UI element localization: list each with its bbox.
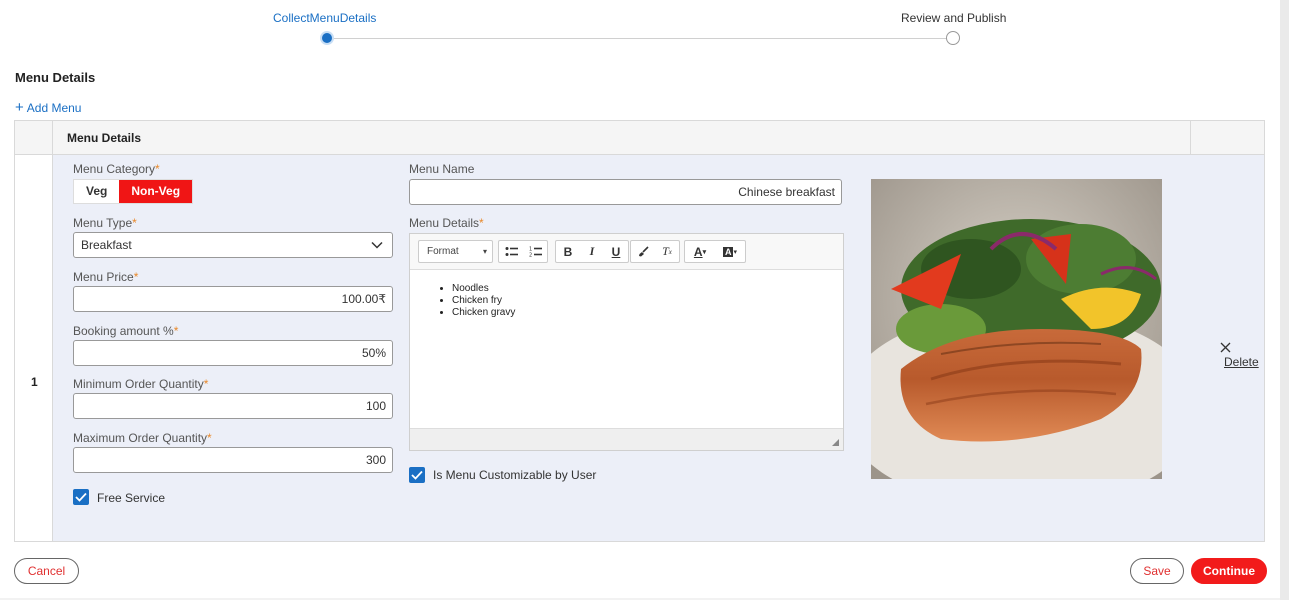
delete-row-button[interactable]: Delete — [1220, 341, 1264, 369]
menu-grid: Menu Details 1 Menu Category* Veg Non-Ve… — [14, 120, 1265, 542]
menu-name-label: Menu Name — [409, 162, 475, 176]
list-item: Noodles — [452, 283, 843, 295]
customizable-checkbox[interactable] — [409, 467, 425, 483]
text-style-button-group: B I U — [555, 240, 629, 263]
menu-details-label: Menu Details* — [409, 216, 484, 230]
list-item: Chicken gravy — [452, 307, 843, 319]
step-dot-active — [320, 31, 334, 45]
text-color-icon[interactable]: A ▾ — [685, 241, 715, 262]
bold-icon[interactable]: B — [556, 241, 580, 262]
page: CollectMenuDetails Review and Publish Me… — [0, 0, 1280, 598]
menu-type-select[interactable]: Breakfast — [73, 232, 393, 258]
format-dropdown-label: Format — [427, 246, 459, 257]
format-dropdown[interactable]: Format ▾ — [418, 240, 493, 263]
menu-items-list: Noodles Chicken fry Chicken gravy — [452, 283, 843, 319]
customizable-label: Is Menu Customizable by User — [433, 468, 597, 482]
grid-header: Menu Details — [15, 121, 1264, 155]
underline-icon[interactable]: U — [604, 241, 628, 262]
check-icon — [75, 492, 87, 502]
section-title: Menu Details — [15, 70, 96, 85]
menu-details-editor: Format ▾ 12 B I U T x A ▾ A ▾ • Noodles … — [409, 233, 844, 451]
list-item: Chicken fry — [452, 295, 843, 307]
cancel-button[interactable]: Cancel — [14, 558, 79, 584]
resize-handle-icon[interactable] — [832, 439, 839, 446]
row-index-cell: 1 — [15, 155, 53, 541]
editor-statusbar — [410, 428, 843, 450]
menu-photo — [871, 179, 1162, 479]
menu-price-label: Menu Price* — [73, 270, 139, 284]
remove-format-icon[interactable]: Tx — [655, 241, 679, 262]
menu-price-input[interactable]: 100.00₹ — [73, 286, 393, 312]
step-dot-pending — [946, 31, 960, 45]
max-order-qty-label: Maximum Order Quantity* — [73, 431, 212, 445]
close-icon — [1220, 342, 1231, 353]
max-order-qty-input[interactable]: 300 — [73, 447, 393, 473]
continue-button[interactable]: Continue — [1191, 558, 1267, 584]
numbered-list-icon[interactable]: 12 — [523, 241, 547, 262]
list-button-group: 12 — [498, 240, 548, 263]
chevron-down-icon — [371, 241, 383, 249]
plus-icon: + — [15, 99, 24, 116]
booking-amount-label: Booking amount %* — [73, 324, 179, 338]
menu-category-toggle: Veg Non-Veg — [73, 179, 194, 204]
non-veg-option[interactable]: Non-Veg — [119, 180, 193, 203]
save-button[interactable]: Save — [1130, 558, 1184, 584]
bulleted-list-icon[interactable] — [499, 241, 523, 262]
booking-amount-input[interactable]: 50% — [73, 340, 393, 366]
menu-type-value: Breakfast — [81, 238, 132, 252]
table-row: Menu Category* Veg Non-Veg Menu Type* Br… — [53, 155, 1264, 541]
delete-label: Delete — [1224, 355, 1259, 369]
veg-option[interactable]: Veg — [74, 180, 120, 203]
color-button-group: A ▾ A ▾ — [684, 240, 746, 263]
editor-content[interactable]: Noodles Chicken fry Chicken gravy — [410, 271, 843, 429]
min-order-qty-input[interactable]: 100 — [73, 393, 393, 419]
stepper-track — [327, 38, 953, 39]
stepper: CollectMenuDetails Review and Publish — [0, 0, 1280, 60]
add-menu-label: Add Menu — [26, 101, 82, 115]
editor-toolbar: Format ▾ 12 B I U T x A ▾ A ▾ — [410, 234, 843, 270]
free-service-checkbox[interactable] — [73, 489, 89, 505]
window-edge — [1280, 0, 1289, 600]
caret-down-icon: ▾ — [482, 247, 487, 256]
grid-header-divider — [1190, 121, 1191, 155]
menu-name-input[interactable]: Chinese breakfast — [409, 179, 842, 205]
grid-header-title: Menu Details — [67, 131, 142, 145]
add-menu-link[interactable]: + Add Menu — [15, 99, 81, 116]
background-color-icon[interactable]: A ▾ — [715, 241, 745, 262]
italic-icon[interactable]: I — [580, 241, 604, 262]
free-service-label: Free Service — [97, 491, 166, 505]
row-number: 1 — [31, 375, 38, 389]
step-collect-menu-details[interactable]: CollectMenuDetails — [273, 11, 376, 25]
menu-category-label: Menu Category* — [73, 162, 160, 176]
check-icon — [411, 470, 423, 480]
brush-icon[interactable] — [631, 241, 655, 262]
grid-header-index-cell — [15, 121, 53, 155]
min-order-qty-label: Minimum Order Quantity* — [73, 377, 209, 391]
menu-type-label: Menu Type* — [73, 216, 137, 230]
svg-text:2: 2 — [529, 253, 532, 258]
clear-format-button-group: Tx — [630, 240, 680, 263]
step-review-and-publish[interactable]: Review and Publish — [901, 11, 1006, 25]
